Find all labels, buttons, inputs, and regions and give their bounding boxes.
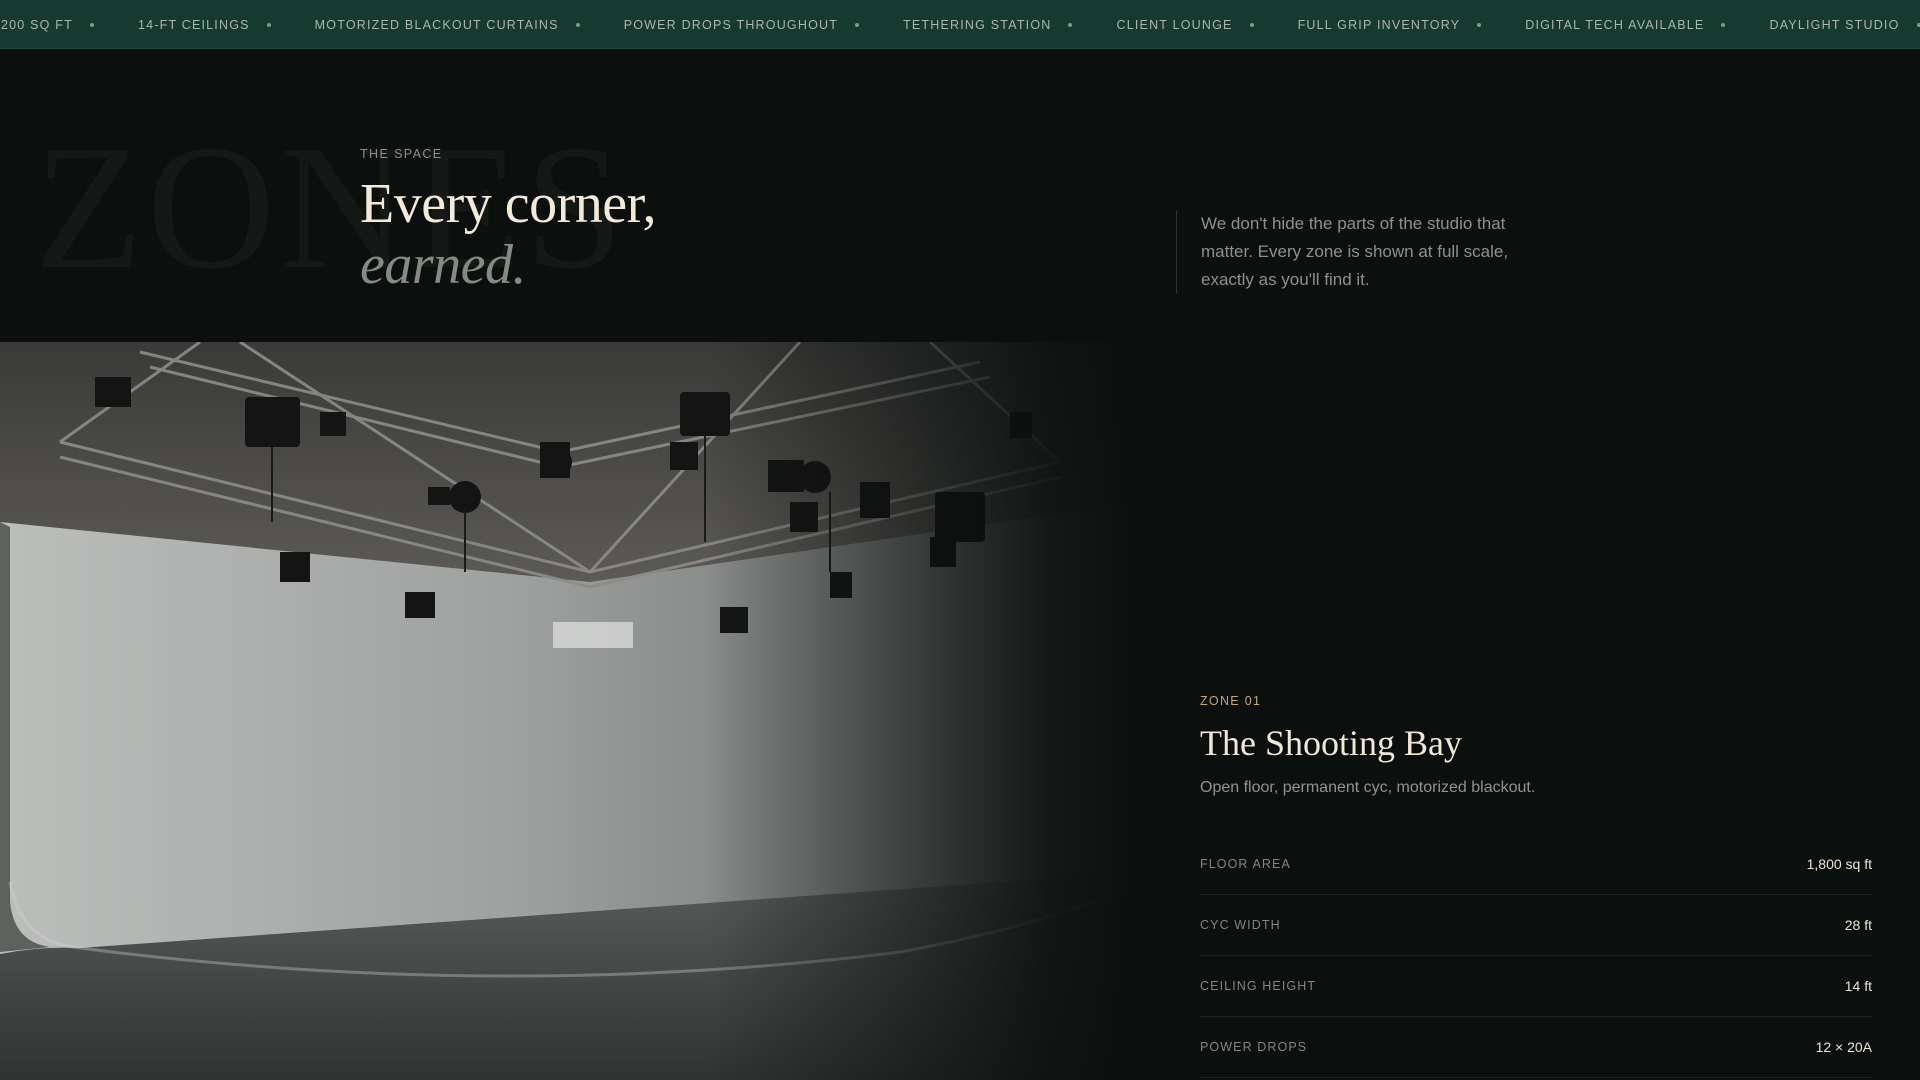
zone-title: The Shooting Bay bbox=[1200, 723, 1462, 763]
section-eyebrow: THE SPACE bbox=[360, 147, 443, 161]
spec-row-ceiling-height: CEILING HEIGHT 14 ft bbox=[1200, 956, 1872, 1017]
bullet-dot-icon bbox=[89, 22, 94, 27]
bullet-dot-icon bbox=[855, 22, 860, 27]
spec-row-cyc-width: CYC WIDTH 28 ft bbox=[1200, 895, 1872, 956]
ticker-item: CLIENT LOUNGE bbox=[1116, 18, 1297, 32]
ticker-item: TETHERING STATION bbox=[903, 18, 1116, 32]
ticker-track: 200 SQ FT 14-FT CEILINGS MOTORIZED BLACK… bbox=[1, 0, 1920, 48]
ticker-item: POWER DROPS THROUGHOUT bbox=[624, 18, 903, 32]
headline-line-2: earned. bbox=[360, 234, 527, 296]
bullet-dot-icon bbox=[575, 22, 580, 27]
zone-description: Open floor, permanent cyc, motorized bla… bbox=[1200, 779, 1536, 796]
bullet-dot-icon bbox=[266, 22, 271, 27]
spec-key: CEILING HEIGHT bbox=[1200, 979, 1317, 993]
bullet-dot-icon bbox=[1249, 22, 1254, 27]
bullet-dot-icon bbox=[1916, 22, 1920, 27]
zone-spec-list: FLOOR AREA 1,800 sq ft CYC WIDTH 28 ft C… bbox=[1200, 834, 1872, 1078]
ticker-item: MOTORIZED BLACKOUT CURTAINS bbox=[315, 18, 624, 32]
ticker-item: 200 SQ FT bbox=[1, 18, 138, 32]
ticker-item: 14-FT CEILINGS bbox=[138, 18, 315, 32]
section-intro: We don't hide the parts of the studio th… bbox=[1176, 210, 1536, 294]
spec-value: 12 × 20A bbox=[1815, 1039, 1872, 1055]
zone-number-label: ZONE 01 bbox=[1200, 694, 1262, 708]
headline-line-1: Every corner, bbox=[360, 173, 656, 235]
spec-row-power-drops: POWER DROPS 12 × 20A bbox=[1200, 1017, 1872, 1078]
bullet-dot-icon bbox=[1477, 22, 1482, 27]
ticker-item: DAYLIGHT STUDIO bbox=[1769, 18, 1920, 32]
spec-key: POWER DROPS bbox=[1200, 1040, 1308, 1054]
spec-row-floor-area: FLOOR AREA 1,800 sq ft bbox=[1200, 834, 1872, 895]
studio-photo bbox=[0, 342, 1140, 1080]
ticker-item: FULL GRIP INVENTORY bbox=[1298, 18, 1526, 32]
spec-value: 1,800 sq ft bbox=[1806, 856, 1872, 872]
spec-value: 28 ft bbox=[1844, 917, 1872, 933]
spec-value: 14 ft bbox=[1844, 978, 1872, 994]
spec-key: CYC WIDTH bbox=[1200, 918, 1281, 932]
feature-ticker: 200 SQ FT 14-FT CEILINGS MOTORIZED BLACK… bbox=[0, 0, 1920, 49]
section-headline: Every corner, earned. bbox=[360, 174, 656, 296]
ticker-item: DIGITAL TECH AVAILABLE bbox=[1525, 18, 1769, 32]
bullet-dot-icon bbox=[1068, 22, 1073, 27]
bullet-dot-icon bbox=[1721, 22, 1726, 27]
spec-key: FLOOR AREA bbox=[1200, 857, 1291, 871]
